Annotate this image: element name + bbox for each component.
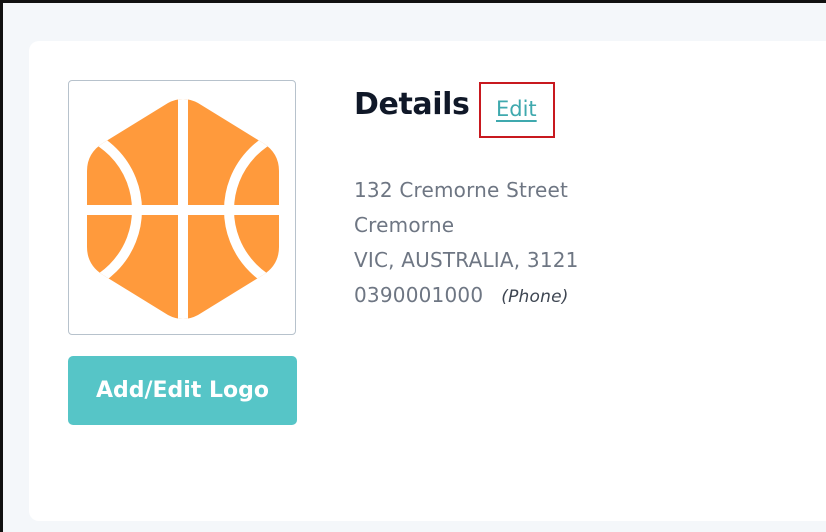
phone-number: 0390001000 [354,283,484,307]
edit-link-highlight: Edit [479,82,555,138]
address-suburb: Cremorne [354,213,455,237]
contact-details: 132 Cremorne Street Cremorne VIC, AUSTRA… [354,173,579,313]
phone-type-label: (Phone) [501,287,569,307]
organisation-details-card: Add/Edit Logo Details Edit 132 Cremorne … [29,41,826,521]
edit-details-link[interactable]: Edit [496,97,537,121]
basketball-logo-icon [87,99,279,319]
address-state-country-postcode: VIC, AUSTRALIA, 3121 [354,248,579,272]
details-title: Details [354,87,470,122]
add-edit-logo-button[interactable]: Add/Edit Logo [68,356,297,425]
screenshot-frame: Add/Edit Logo Details Edit 132 Cremorne … [0,0,826,532]
address-street: 132 Cremorne Street [354,178,569,202]
logo-preview [68,80,296,335]
phone-row: 0390001000 (Phone) [354,278,579,313]
